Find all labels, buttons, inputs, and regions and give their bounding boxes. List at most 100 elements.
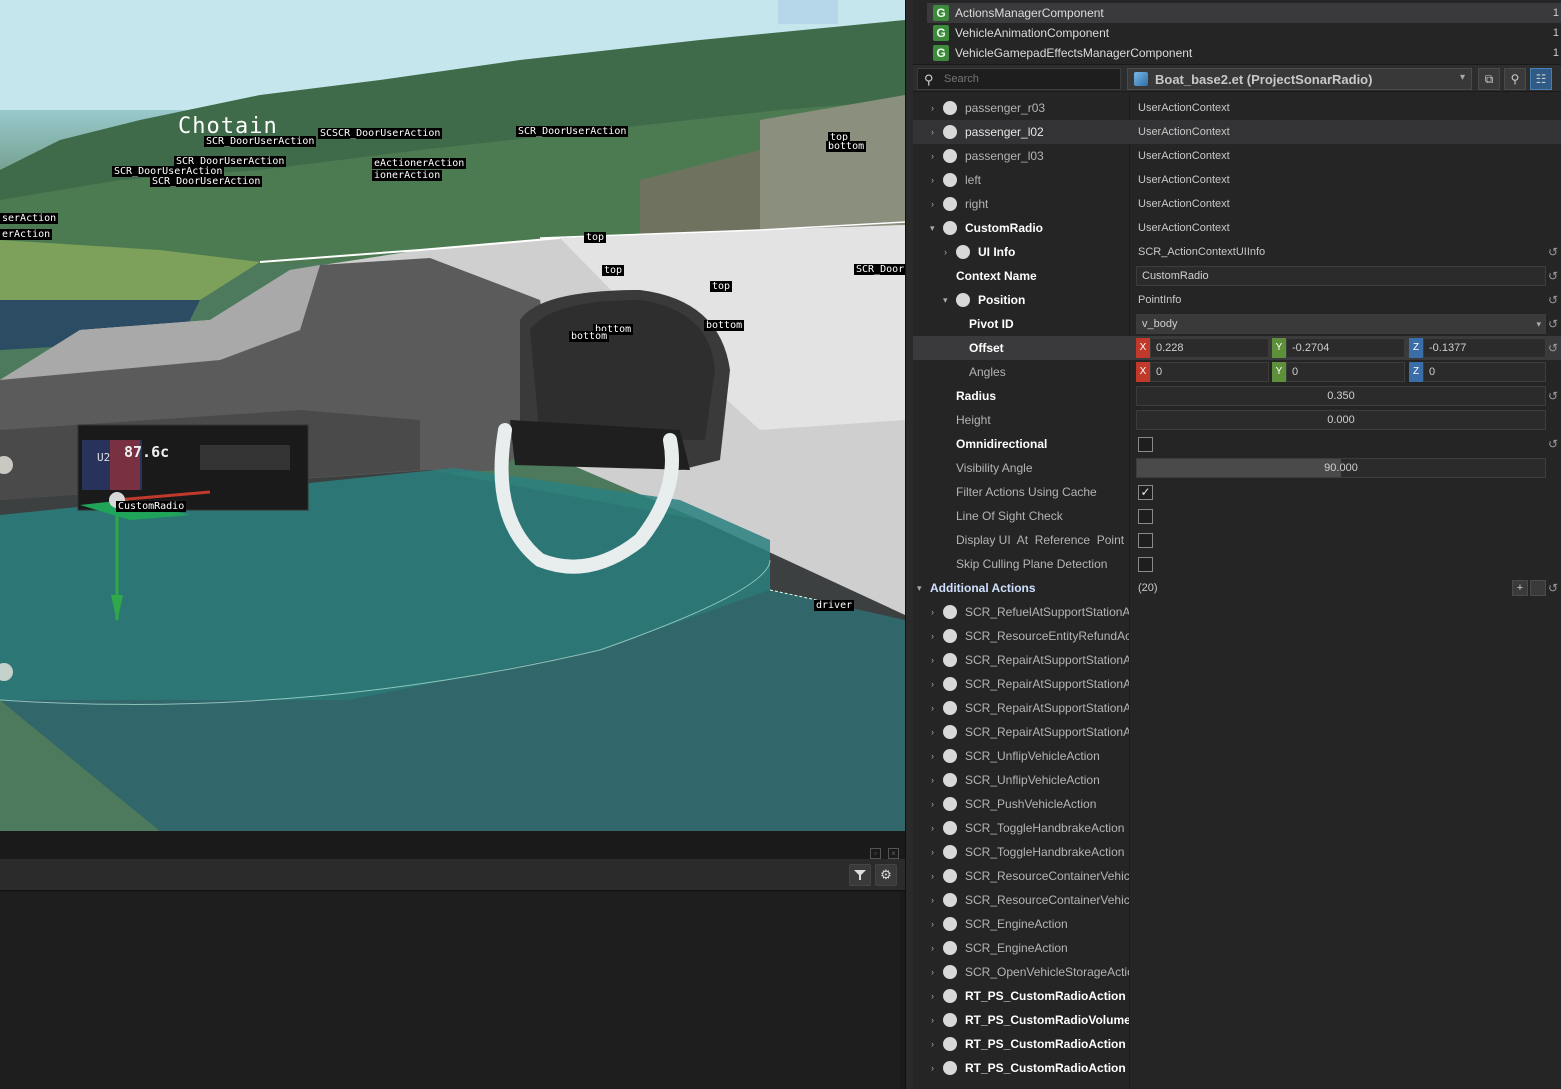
undock-icon[interactable]: ▫	[870, 848, 881, 859]
angles-y-input[interactable]: 0	[1286, 362, 1405, 382]
action-row[interactable]: › SCR_RepairAtSupportStationAc	[913, 672, 1561, 696]
remove-item-button[interactable]	[1530, 580, 1546, 596]
radius-input[interactable]: 0.350	[1136, 386, 1546, 406]
collapsed-arrow-icon[interactable]: ›	[931, 192, 934, 216]
property-row[interactable]: Line Of Sight Check	[913, 504, 1561, 528]
action-row[interactable]: › SCR_ToggleHandbrakeAction	[913, 816, 1561, 840]
collapsed-arrow-icon[interactable]: ›	[931, 696, 934, 720]
property-row[interactable]: ▾ CustomRadio UserActionContext	[913, 216, 1561, 240]
context-name-field[interactable]: CustomRadio	[1136, 266, 1546, 286]
property-row[interactable]: Filter Actions Using Cache ✓	[913, 480, 1561, 504]
scene-viewport[interactable]: Chotain SCR_DoorUserAction SCSCR_DoorUse…	[0, 0, 905, 831]
action-row[interactable]: › RT_PS_CustomRadioAction	[913, 1056, 1561, 1080]
collapsed-arrow-icon[interactable]: ›	[931, 120, 934, 144]
entity-selector[interactable]: Boat_base2.et (ProjectSonarRadio) ▾	[1127, 68, 1472, 90]
offset-y-input[interactable]: -0.2704	[1286, 338, 1405, 358]
collapsed-arrow-icon[interactable]: ›	[931, 600, 934, 624]
skip-culling-checkbox[interactable]	[1138, 557, 1153, 572]
angles-x-input[interactable]: 0	[1150, 362, 1269, 382]
action-row[interactable]: › SCR_EngineAction	[913, 936, 1561, 960]
property-row[interactable]: Height 0.000	[913, 408, 1561, 432]
action-row[interactable]: › SCR_EngineAction	[913, 912, 1561, 936]
property-row[interactable]: Display UI At Reference Point	[913, 528, 1561, 552]
property-row[interactable]: Angles X 0 Y 0 Z 0	[913, 360, 1561, 384]
settings-button[interactable]: ⚙	[875, 864, 897, 886]
close-icon[interactable]: ×	[888, 848, 899, 859]
offset-z-input[interactable]: -0.1377	[1423, 338, 1546, 358]
expanded-arrow-icon[interactable]: ▾	[917, 576, 922, 600]
action-row[interactable]: › SCR_UnflipVehicleAction	[913, 768, 1561, 792]
action-row[interactable]: › RT_PS_CustomRadioAction	[913, 984, 1561, 1008]
offset-x-input[interactable]: 0.228	[1150, 338, 1269, 358]
collapsed-arrow-icon[interactable]: ›	[944, 240, 947, 264]
collapsed-arrow-icon[interactable]: ›	[931, 720, 934, 744]
component-row[interactable]: G VehicleAnimationComponent 1	[927, 23, 1561, 43]
filter-button[interactable]	[849, 864, 871, 886]
pivot-id-dropdown[interactable]: v_body ▾	[1136, 314, 1546, 334]
reset-icon[interactable]: ↺	[1548, 384, 1558, 408]
add-item-button[interactable]: +	[1512, 580, 1528, 596]
action-row[interactable]: › SCR_RepairAtSupportStationAc	[913, 720, 1561, 744]
property-row[interactable]: Pivot ID v_body ▾ ↺	[913, 312, 1561, 336]
expanded-arrow-icon[interactable]: ▾	[930, 216, 935, 240]
component-row[interactable]: G ActionsManagerComponent 1	[927, 3, 1561, 23]
collapsed-arrow-icon[interactable]: ›	[931, 936, 934, 960]
collapsed-arrow-icon[interactable]: ›	[931, 1056, 934, 1080]
display-ui-checkbox[interactable]	[1138, 533, 1153, 548]
collapsed-arrow-icon[interactable]: ›	[931, 1008, 934, 1032]
collapsed-arrow-icon[interactable]: ›	[931, 912, 934, 936]
property-row[interactable]: › passenger_r03 UserActionContext	[913, 96, 1561, 120]
collapsed-arrow-icon[interactable]: ›	[931, 624, 934, 648]
collapsed-arrow-icon[interactable]: ›	[931, 792, 934, 816]
angles-z-input[interactable]: 0	[1423, 362, 1546, 382]
collapsed-arrow-icon[interactable]: ›	[931, 960, 934, 984]
property-row[interactable]: › passenger_l02 UserActionContext	[913, 120, 1561, 144]
collapsed-arrow-icon[interactable]: ›	[931, 168, 934, 192]
gizmo-label[interactable]: CustomRadio	[116, 501, 187, 512]
collapsed-arrow-icon[interactable]: ›	[931, 816, 934, 840]
property-row[interactable]: Skip Culling Plane Detection	[913, 552, 1561, 576]
property-row[interactable]: ▾ Additional Actions (20) + ↺	[913, 576, 1561, 600]
height-input[interactable]: 0.000	[1136, 410, 1546, 430]
reset-icon[interactable]: ↺	[1548, 336, 1558, 360]
collapsed-arrow-icon[interactable]: ›	[931, 672, 934, 696]
action-row[interactable]: › SCR_OpenVehicleStorageAction	[913, 960, 1561, 984]
action-row[interactable]: › SCR_RepairAtSupportStationAc	[913, 696, 1561, 720]
property-row[interactable]: › passenger_l03 UserActionContext	[913, 144, 1561, 168]
action-row[interactable]: › SCR_ResourceEntityRefundActi	[913, 624, 1561, 648]
action-row[interactable]: › RT_PS_CustomRadioVolumeAc	[913, 1008, 1561, 1032]
reset-icon[interactable]: ↺	[1548, 240, 1558, 264]
action-row[interactable]: › SCR_UnflipVehicleAction	[913, 744, 1561, 768]
collapsed-arrow-icon[interactable]: ›	[931, 648, 934, 672]
visibility-angle-slider[interactable]: 90.000	[1136, 458, 1546, 478]
search-input[interactable]	[944, 71, 1114, 87]
log-output[interactable]	[0, 892, 900, 1089]
property-row[interactable]: › UI Info SCR_ActionContextUIInfo ↺	[913, 240, 1561, 264]
action-row[interactable]: › SCR_RepairAtSupportStationAc	[913, 648, 1561, 672]
collapsed-arrow-icon[interactable]: ›	[931, 864, 934, 888]
panel-splitter[interactable]	[905, 0, 913, 1089]
filter-cache-checkbox[interactable]: ✓	[1138, 485, 1153, 500]
collapsed-arrow-icon[interactable]: ›	[931, 144, 934, 168]
component-row[interactable]: G VehicleGamepadEffectsManagerComponent …	[927, 43, 1561, 63]
action-row[interactable]: › SCR_PushVehicleAction	[913, 792, 1561, 816]
reset-icon[interactable]: ↺	[1548, 432, 1558, 456]
property-row[interactable]: Radius 0.350 ↺	[913, 384, 1561, 408]
expanded-arrow-icon[interactable]: ▾	[943, 288, 948, 312]
collapsed-arrow-icon[interactable]: ›	[931, 744, 934, 768]
action-row[interactable]: › SCR_RefuelAtSupportStationAc	[913, 600, 1561, 624]
action-row[interactable]: › SCR_ResourceContainerVehicle	[913, 888, 1561, 912]
reset-icon[interactable]: ↺	[1548, 312, 1558, 336]
reset-icon[interactable]: ↺	[1548, 576, 1558, 600]
action-row[interactable]: › SCR_ToggleHandbrakeAction	[913, 840, 1561, 864]
line-of-sight-checkbox[interactable]	[1138, 509, 1153, 524]
property-row[interactable]: › right UserActionContext	[913, 192, 1561, 216]
property-row[interactable]: Visibility Angle 90.000	[913, 456, 1561, 480]
action-row[interactable]: › SCR_ResourceContainerVehicle	[913, 864, 1561, 888]
collapsed-arrow-icon[interactable]: ›	[931, 768, 934, 792]
collapsed-arrow-icon[interactable]: ›	[931, 984, 934, 1008]
collapsed-arrow-icon[interactable]: ›	[931, 96, 934, 120]
property-row[interactable]: Omnidirectional ↺	[913, 432, 1561, 456]
collapsed-arrow-icon[interactable]: ›	[931, 1032, 934, 1056]
hierarchy-button[interactable]: ☷	[1530, 68, 1552, 90]
